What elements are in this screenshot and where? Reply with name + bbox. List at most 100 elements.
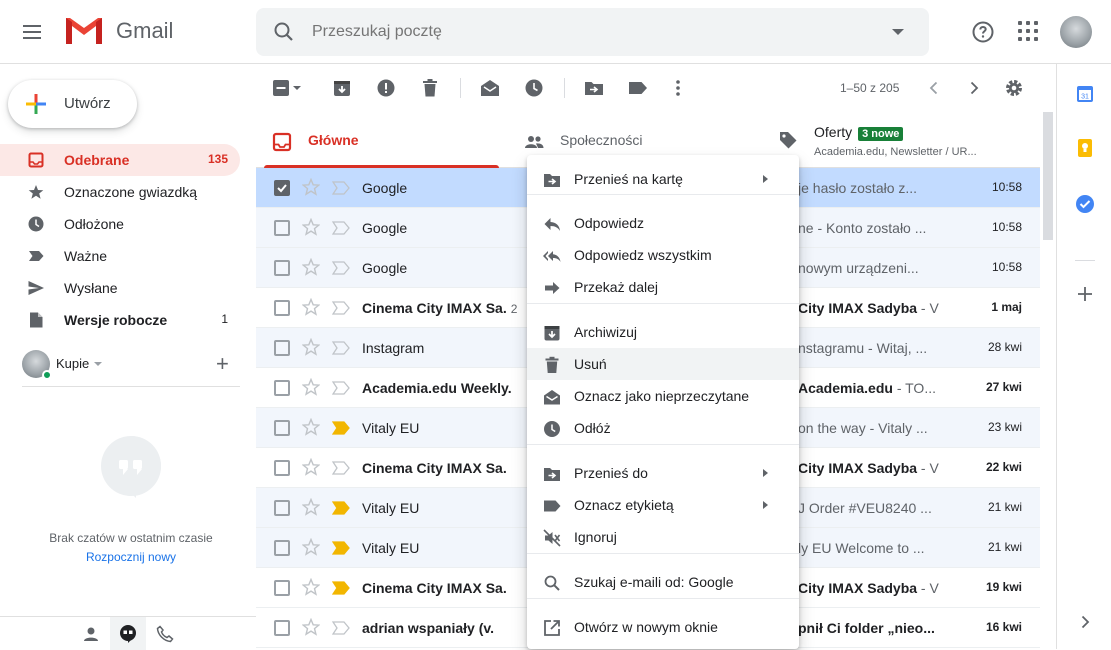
row-checkbox[interactable] [274, 300, 290, 316]
tasks-icon[interactable] [1075, 194, 1095, 214]
sidebar-item-sent[interactable]: Wysłane [0, 272, 240, 304]
star-icon[interactable] [302, 218, 320, 236]
apps-grid-icon[interactable] [1018, 21, 1040, 43]
scrollbar-thumb[interactable] [1043, 112, 1053, 240]
compose-button[interactable]: Utwórz [8, 80, 137, 128]
row-checkbox[interactable] [274, 380, 290, 396]
menu-item-move-to-tab[interactable]: Przenieś na kartę [527, 163, 799, 195]
row-checkbox[interactable] [274, 220, 290, 236]
row-checkbox[interactable] [274, 180, 290, 196]
sidebar-item-inbox[interactable]: Odebrane 135 [0, 144, 240, 176]
star-icon[interactable] [302, 258, 320, 276]
chevron-right-icon[interactable] [964, 78, 984, 98]
tab-primary[interactable]: Główne [256, 112, 499, 168]
sidebar-item-snoozed[interactable]: Odłożone [0, 208, 240, 240]
important-marker-icon[interactable] [332, 580, 350, 596]
row-checkbox[interactable] [274, 420, 290, 436]
important-marker-icon[interactable] [332, 300, 350, 316]
star-icon[interactable] [302, 578, 320, 596]
chevron-down-icon[interactable] [94, 362, 102, 366]
star-icon[interactable] [302, 498, 320, 516]
important-marker-icon[interactable] [332, 220, 350, 236]
email-sender: Vitaly EU [362, 500, 420, 516]
important-marker-icon[interactable] [332, 500, 350, 516]
important-marker-icon[interactable] [332, 180, 350, 196]
sidebar-item-drafts[interactable]: Wersje robocze 1 [0, 304, 240, 336]
menu-item-label: Usuń [574, 356, 607, 372]
star-icon[interactable] [302, 458, 320, 476]
important-marker-icon[interactable] [332, 460, 350, 476]
sidebar-item-starred[interactable]: Oznaczone gwiazdką [0, 176, 240, 208]
gmail-logo[interactable] [64, 14, 104, 46]
tab-promotions[interactable]: Oferty 3 nowe Academia.edu, Newsletter / … [768, 112, 1040, 168]
hangouts-icon[interactable] [119, 625, 137, 643]
calendar-icon[interactable]: 31 [1075, 84, 1095, 104]
account-avatar[interactable] [1060, 16, 1092, 48]
keep-icon[interactable] [1075, 138, 1095, 158]
hangouts-user[interactable]: Kupie + [22, 350, 242, 380]
select-all-checkbox[interactable] [272, 78, 302, 98]
menu-item-reply[interactable]: Odpowiedz [527, 207, 799, 239]
menu-item-archive[interactable]: Archiwizuj [527, 316, 799, 348]
row-checkbox[interactable] [274, 260, 290, 276]
row-checkbox[interactable] [274, 340, 290, 356]
more-options-icon[interactable] [668, 78, 688, 98]
report-spam-icon[interactable] [376, 78, 396, 98]
menu-item-mark-unread[interactable]: Oznacz jako nieprzeczytane [527, 380, 799, 412]
contacts-icon[interactable] [82, 625, 100, 643]
unread-count: 135 [207, 152, 228, 166]
search-options-icon[interactable] [892, 29, 904, 35]
chevron-left-icon[interactable] [924, 78, 944, 98]
email-sender: Cinema City IMAX Sa. [362, 460, 507, 476]
star-icon[interactable] [302, 338, 320, 356]
row-checkbox[interactable] [274, 500, 290, 516]
main-menu-icon[interactable] [20, 20, 44, 44]
star-icon[interactable] [302, 418, 320, 436]
important-marker-icon[interactable] [332, 540, 350, 556]
email-date: 22 kwi [985, 460, 1022, 474]
move-to-icon [544, 468, 560, 481]
add-chat-icon[interactable]: + [216, 350, 229, 378]
important-marker-icon[interactable] [332, 380, 350, 396]
row-checkbox[interactable] [274, 540, 290, 556]
email-sender: Google [362, 260, 408, 276]
important-marker-icon[interactable] [332, 620, 350, 636]
row-checkbox[interactable] [274, 580, 290, 596]
mark-unread-icon[interactable] [480, 78, 500, 98]
search-bar [256, 8, 929, 56]
star-icon[interactable] [302, 298, 320, 316]
row-checkbox[interactable] [274, 460, 290, 476]
menu-item-forward[interactable]: Przekaż dalej [527, 271, 799, 303]
menu-item-reply-all[interactable]: Odpowiedz wszystkim [527, 239, 799, 271]
add-addon-icon[interactable] [1075, 284, 1095, 304]
email-subject: City IMAX Sadyba - V [798, 460, 939, 476]
archive-icon[interactable] [332, 78, 352, 98]
menu-item-label[interactable]: Oznacz etykietą [527, 489, 799, 521]
search-input[interactable] [312, 8, 872, 56]
label-icon[interactable] [628, 78, 648, 98]
star-icon[interactable] [302, 538, 320, 556]
trash-icon[interactable] [420, 78, 440, 98]
menu-item-trash[interactable]: Usuń [527, 348, 799, 380]
important-marker-icon[interactable] [332, 260, 350, 276]
move-to-icon[interactable] [584, 78, 604, 98]
important-marker-icon[interactable] [332, 340, 350, 356]
menu-item-open-new-window[interactable]: Otwórz w nowym oknie [527, 611, 799, 643]
help-icon[interactable] [971, 20, 995, 44]
menu-item-snooze[interactable]: Odłóż [527, 412, 799, 444]
menu-item-search[interactable]: Szukaj e-maili od: Google [527, 566, 799, 598]
start-new-chat-link[interactable]: Rozpocznij nowy [0, 550, 262, 564]
star-icon[interactable] [302, 178, 320, 196]
snooze-icon[interactable] [524, 78, 544, 98]
sidebar-item-important[interactable]: Ważne [0, 240, 240, 272]
important-marker-icon[interactable] [332, 420, 350, 436]
row-checkbox[interactable] [274, 620, 290, 636]
chevron-right-icon[interactable] [1075, 612, 1095, 632]
settings-gear-icon[interactable] [1004, 78, 1024, 98]
phone-icon[interactable] [156, 625, 174, 643]
star-icon[interactable] [302, 378, 320, 396]
star-icon[interactable] [302, 618, 320, 636]
menu-item-move-to[interactable]: Przenieś do [527, 457, 799, 489]
menu-item-mute[interactable]: Ignoruj [527, 521, 799, 553]
search-icon[interactable] [272, 20, 296, 44]
